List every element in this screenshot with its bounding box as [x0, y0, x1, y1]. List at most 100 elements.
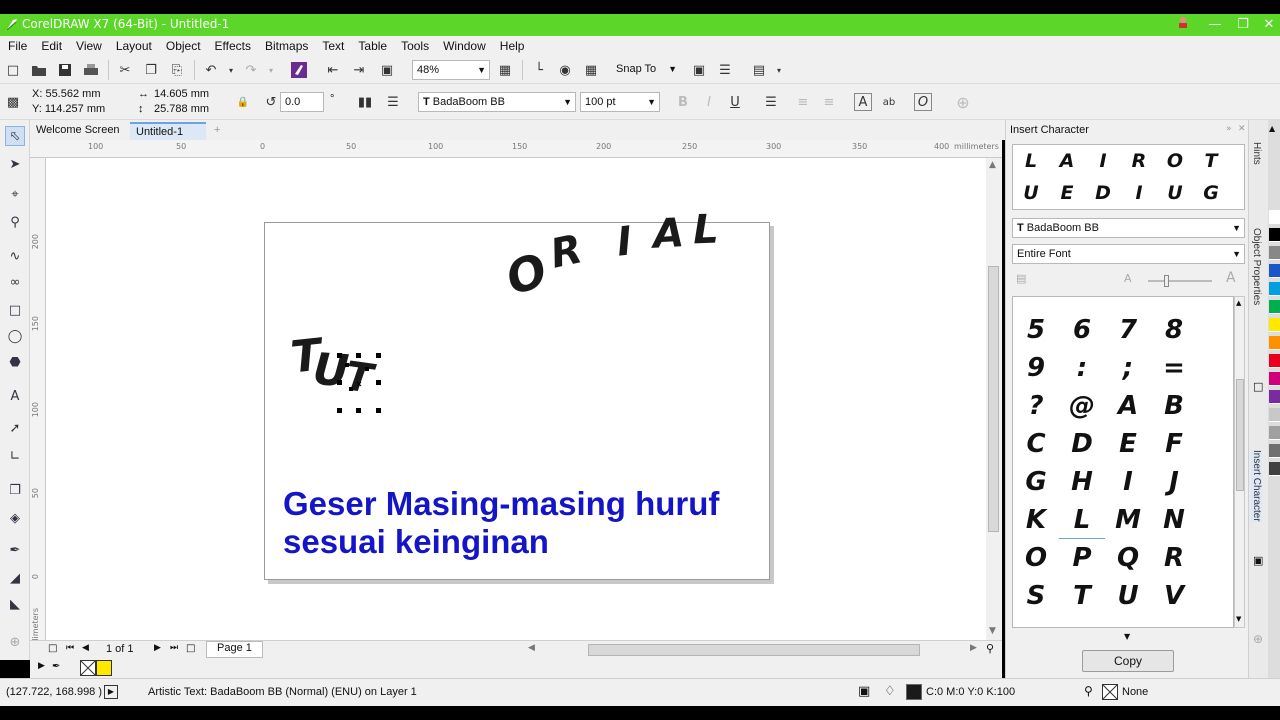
no-color-swatch[interactable] — [80, 660, 96, 676]
next-page-icon[interactable]: ▶ — [154, 643, 161, 653]
char-cell[interactable]: @ — [1059, 387, 1105, 425]
palette-swatch[interactable] — [1269, 462, 1280, 476]
mirror-vertical-icon[interactable]: ☰ — [384, 93, 402, 111]
palette-swatch[interactable] — [1269, 210, 1280, 224]
add-icon[interactable]: ⊕ — [954, 93, 972, 112]
position-x-field[interactable]: X: 55.562 mm — [32, 88, 100, 100]
transform-icon[interactable]: ▣ — [1253, 554, 1263, 567]
connector-tool-icon[interactable]: ∟ — [5, 446, 25, 466]
character-grid-scrollbar[interactable]: ▲ ▼ — [1234, 296, 1245, 628]
char-cell[interactable]: F — [1151, 425, 1197, 463]
first-page-icon[interactable]: ⏮ — [66, 643, 74, 653]
char-cell[interactable]: R — [1151, 539, 1197, 577]
horizontal-ruler[interactable]: 100 50 0 50 100 150 200 250 300 350 400 … — [30, 140, 1002, 158]
redo-icon[interactable]: ↷ — [242, 61, 260, 79]
char-cell[interactable]: 6 — [1059, 311, 1105, 349]
page-tab-1[interactable]: Page 1 — [206, 641, 263, 658]
minimize-button[interactable]: — — [1204, 16, 1226, 34]
position-y-field[interactable]: Y: 114.257 mm — [32, 103, 105, 115]
char-cell[interactable]: P — [1059, 539, 1105, 577]
open-folder-icon[interactable] — [30, 61, 48, 79]
arc-letter[interactable]: I — [615, 218, 635, 265]
text-alignment-icon[interactable]: ☰ — [762, 93, 780, 111]
mirror-horizontal-icon[interactable]: ▮▮ — [356, 93, 374, 111]
view-mode-icon[interactable]: ◉ — [556, 61, 574, 79]
previous-page-icon[interactable]: ◀ — [82, 643, 89, 653]
char-cell[interactable]: I — [1105, 463, 1151, 501]
recent-char[interactable]: E — [1049, 177, 1085, 209]
menu-layout[interactable]: Layout — [116, 39, 152, 53]
undo-icon[interactable]: ↶ — [202, 61, 220, 79]
eyedropper-icon[interactable]: ✒ — [5, 540, 25, 560]
char-cell[interactable]: O — [1013, 539, 1059, 577]
char-cell[interactable]: = — [1151, 349, 1197, 387]
user-account-icon[interactable] — [1172, 16, 1194, 34]
char-cell[interactable]: ; — [1105, 349, 1151, 387]
char-cell[interactable]: 7 — [1105, 311, 1151, 349]
char-cell[interactable]: 5 — [1013, 311, 1059, 349]
scroll-up-icon[interactable]: ▲ — [1236, 299, 1241, 307]
transparency-tool-icon[interactable]: ◈ — [5, 508, 25, 528]
palette-up-icon[interactable]: ▲ — [1269, 124, 1275, 133]
publish-pdf-icon[interactable]: ▣ — [378, 61, 396, 79]
recent-char[interactable]: D — [1085, 177, 1121, 209]
char-cell[interactable]: 9 — [1013, 349, 1059, 387]
zoom-navigator-icon[interactable]: ⚲ — [986, 642, 994, 655]
recent-char[interactable]: O — [1157, 145, 1193, 177]
char-cell[interactable]: L — [1059, 501, 1105, 539]
recent-char[interactable]: G — [1193, 177, 1229, 209]
slider-handle[interactable] — [1164, 275, 1169, 287]
scroll-down-icon[interactable]: ▼ — [1236, 615, 1241, 623]
snap-to-dropdown[interactable]: Snap To ▼ — [612, 60, 680, 80]
freehand-tool-icon[interactable]: ∿ — [5, 246, 25, 266]
palette-swatch[interactable] — [1269, 444, 1280, 458]
save-icon[interactable] — [56, 61, 74, 79]
close-button[interactable]: ✕ — [1258, 16, 1280, 34]
menu-window[interactable]: Window — [443, 39, 486, 53]
recent-char[interactable]: I — [1085, 145, 1121, 177]
scroll-left-icon[interactable]: ◀ — [528, 643, 535, 653]
char-cell[interactable]: ? — [1013, 387, 1059, 425]
object-height-field[interactable]: 25.788 mm — [154, 103, 209, 115]
vertical-ruler[interactable]: 200 150 100 50 0 millimeters — [30, 158, 46, 653]
palette-swatch[interactable] — [1269, 390, 1280, 404]
docker-collapse-icon[interactable]: » — [1226, 124, 1232, 134]
char-cell[interactable]: E — [1105, 425, 1151, 463]
char-cell[interactable]: 8 — [1151, 311, 1197, 349]
pick-tool-icon[interactable]: ⬁ — [5, 126, 25, 146]
menu-view[interactable]: View — [76, 39, 102, 53]
palette-swatch[interactable] — [1269, 426, 1280, 440]
tab-insert-character[interactable]: Insert Character — [1251, 450, 1262, 522]
palette-swatch[interactable] — [1269, 228, 1280, 242]
page-layout-icon[interactable]: □ — [1253, 380, 1263, 393]
palette-swatch[interactable] — [1269, 408, 1280, 422]
outline-none-swatch[interactable] — [1102, 684, 1118, 700]
char-cell[interactable]: J — [1151, 463, 1197, 501]
arc-letter[interactable]: A — [652, 210, 685, 258]
menu-tools[interactable]: Tools — [401, 39, 429, 53]
menu-text[interactable]: Text — [322, 39, 344, 53]
artistic-media-icon[interactable]: ∞ — [5, 272, 25, 292]
font-size-select[interactable]: 100 pt ▼ — [580, 92, 660, 112]
drawing-canvas[interactable]: O R I A L T U T Geser Masing-masing huru… — [46, 158, 986, 640]
bold-icon[interactable]: B — [674, 93, 692, 111]
recent-char[interactable]: T — [1193, 145, 1229, 177]
palette-swatch[interactable] — [1269, 282, 1280, 296]
shape-tool-icon[interactable]: ➤ — [5, 154, 25, 174]
recent-char[interactable]: U — [1013, 177, 1049, 209]
char-cell[interactable]: C — [1013, 425, 1059, 463]
palette-swatch[interactable] — [1269, 336, 1280, 350]
palette-swatch[interactable] — [1269, 354, 1280, 368]
add-tool-icon[interactable]: ⊕ — [5, 632, 25, 652]
drop-shadow-icon[interactable]: ❐ — [5, 480, 25, 500]
char-cell[interactable]: K — [1013, 501, 1059, 539]
recent-char[interactable]: R — [1121, 145, 1157, 177]
scroll-down-icon[interactable]: ▼ — [989, 626, 996, 636]
color-proof-icon[interactable]: ▣ — [858, 684, 870, 699]
palette-swatch[interactable] — [1269, 300, 1280, 314]
rectangle-tool-icon[interactable]: □ — [5, 300, 25, 320]
tab-untitled-1[interactable]: Untitled-1 — [130, 122, 206, 140]
menu-bitmaps[interactable]: Bitmaps — [265, 39, 308, 53]
palette-scroll-icon[interactable]: ▶ — [38, 661, 45, 671]
fill-bucket-icon[interactable]: ♢ — [884, 684, 896, 699]
